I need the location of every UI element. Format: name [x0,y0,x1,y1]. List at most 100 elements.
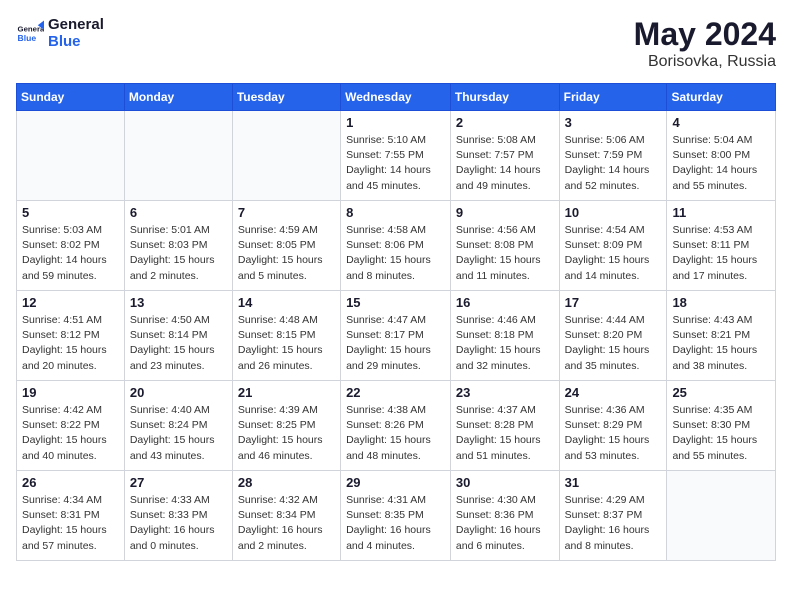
calendar-cell: 12Sunrise: 4:51 AMSunset: 8:12 PMDayligh… [17,291,125,381]
day-number: 17 [565,295,662,310]
day-info: Sunrise: 4:31 AMSunset: 8:35 PMDaylight:… [346,493,445,554]
calendar-cell: 7 Sunrise: 4:59 AMSunset: 8:05 PMDaylight… [232,201,340,291]
calendar-cell: 13 Sunrise: 4:50 AMSunset: 8:14 PMDayligh… [124,291,232,381]
day-number: 31 [565,475,662,490]
day-number: 7 [238,205,335,220]
day-number: 26 [22,475,119,490]
day-number: 4 [672,115,770,130]
logo-icon: General Blue [16,19,44,47]
calendar-cell: 20 Sunrise: 4:40 AMSunset: 8:24 PMDayligh… [124,381,232,471]
calendar-week-4: 19Sunrise: 4:42 AMSunset: 8:22 PMDayligh… [17,381,776,471]
calendar-cell: 25Sunrise: 4:35 AMSunset: 8:30 PMDayligh… [667,381,776,471]
day-info: Sunrise: 4:35 AMSunset: 8:30 PMDaylight:… [672,403,770,464]
calendar-cell: 6 Sunrise: 5:01 AMSunset: 8:03 PMDaylight… [124,201,232,291]
day-info: Sunrise: 5:08 AMSunset: 7:57 PMDaylight:… [456,133,554,194]
day-number: 8 [346,205,445,220]
day-info: Sunrise: 4:53 AMSunset: 8:11 PMDaylight:… [672,223,770,284]
calendar-cell: 16Sunrise: 4:46 AMSunset: 8:18 PMDayligh… [450,291,559,381]
day-info: Sunrise: 4:30 AMSunset: 8:36 PMDaylight:… [456,493,554,554]
day-number: 15 [346,295,445,310]
day-info: Sunrise: 4:48 AMSunset: 8:15 PMDaylight:… [238,313,335,374]
weekday-header-sunday: Sunday [17,84,125,111]
calendar-cell: 5 Sunrise: 5:03 AMSunset: 8:02 PMDaylight… [17,201,125,291]
day-number: 5 [22,205,119,220]
weekday-header-monday: Monday [124,84,232,111]
day-info: Sunrise: 4:58 AMSunset: 8:06 PMDaylight:… [346,223,445,284]
day-info: Sunrise: 5:10 AMSunset: 7:55 PMDaylight:… [346,133,445,194]
calendar-cell [17,111,125,201]
calendar-cell: 22Sunrise: 4:38 AMSunset: 8:26 PMDayligh… [341,381,451,471]
calendar-cell: 26 Sunrise: 4:34 AMSunset: 8:31 PMDayligh… [17,471,125,561]
calendar-cell: 29 Sunrise: 4:31 AMSunset: 8:35 PMDayligh… [341,471,451,561]
day-number: 29 [346,475,445,490]
day-number: 12 [22,295,119,310]
day-number: 19 [22,385,119,400]
day-info: Sunrise: 4:44 AMSunset: 8:20 PMDaylight:… [565,313,662,374]
calendar-week-5: 26 Sunrise: 4:34 AMSunset: 8:31 PMDayligh… [17,471,776,561]
calendar-cell: 15Sunrise: 4:47 AMSunset: 8:17 PMDayligh… [341,291,451,381]
day-info: Sunrise: 5:06 AMSunset: 7:59 PMDaylight:… [565,133,662,194]
calendar-body: 1 Sunrise: 5:10 AMSunset: 7:55 PMDaylight… [17,111,776,561]
day-info: Sunrise: 5:01 AMSunset: 8:03 PMDaylight:… [130,223,227,284]
calendar-cell: 23 Sunrise: 4:37 AMSunset: 8:28 PMDayligh… [450,381,559,471]
day-number: 2 [456,115,554,130]
day-info: Sunrise: 4:40 AMSunset: 8:24 PMDaylight:… [130,403,227,464]
calendar-cell: 14Sunrise: 4:48 AMSunset: 8:15 PMDayligh… [232,291,340,381]
day-info: Sunrise: 4:32 AMSunset: 8:34 PMDaylight:… [238,493,335,554]
logo-blue: Blue [48,33,104,50]
logo-general: General [48,16,104,33]
calendar-cell: 27Sunrise: 4:33 AMSunset: 8:33 PMDayligh… [124,471,232,561]
day-number: 9 [456,205,554,220]
day-number: 11 [672,205,770,220]
calendar-cell: 4 Sunrise: 5:04 AMSunset: 8:00 PMDaylight… [667,111,776,201]
calendar-week-3: 12Sunrise: 4:51 AMSunset: 8:12 PMDayligh… [17,291,776,381]
calendar-table: SundayMondayTuesdayWednesdayThursdayFrid… [16,83,776,561]
calendar-cell: 31 Sunrise: 4:29 AMSunset: 8:37 PMDayligh… [559,471,667,561]
calendar-header: SundayMondayTuesdayWednesdayThursdayFrid… [17,84,776,111]
day-number: 24 [565,385,662,400]
day-info: Sunrise: 4:54 AMSunset: 8:09 PMDaylight:… [565,223,662,284]
day-number: 30 [456,475,554,490]
day-number: 21 [238,385,335,400]
calendar-cell: 1 Sunrise: 5:10 AMSunset: 7:55 PMDaylight… [341,111,451,201]
calendar-week-2: 5 Sunrise: 5:03 AMSunset: 8:02 PMDaylight… [17,201,776,291]
day-info: Sunrise: 4:33 AMSunset: 8:33 PMDaylight:… [130,493,227,554]
calendar-cell: 21 Sunrise: 4:39 AMSunset: 8:25 PMDayligh… [232,381,340,471]
title-block: May 2024 Borisovka, Russia [634,16,776,71]
svg-text:Blue: Blue [18,33,37,43]
day-info: Sunrise: 5:03 AMSunset: 8:02 PMDaylight:… [22,223,119,284]
day-number: 23 [456,385,554,400]
day-number: 3 [565,115,662,130]
weekday-header-saturday: Saturday [667,84,776,111]
day-number: 1 [346,115,445,130]
day-info: Sunrise: 4:50 AMSunset: 8:14 PMDaylight:… [130,313,227,374]
day-info: Sunrise: 4:37 AMSunset: 8:28 PMDaylight:… [456,403,554,464]
calendar-cell [667,471,776,561]
day-info: Sunrise: 5:04 AMSunset: 8:00 PMDaylight:… [672,133,770,194]
calendar-cell: 2 Sunrise: 5:08 AMSunset: 7:57 PMDaylight… [450,111,559,201]
weekday-header-wednesday: Wednesday [341,84,451,111]
day-number: 10 [565,205,662,220]
day-number: 13 [130,295,227,310]
day-number: 28 [238,475,335,490]
day-number: 6 [130,205,227,220]
day-info: Sunrise: 4:39 AMSunset: 8:25 PMDaylight:… [238,403,335,464]
page-header: General Blue General Blue May 2024 Boris… [16,16,776,71]
calendar-cell: 28 Sunrise: 4:32 AMSunset: 8:34 PMDayligh… [232,471,340,561]
day-number: 18 [672,295,770,310]
weekday-header-tuesday: Tuesday [232,84,340,111]
day-info: Sunrise: 4:29 AMSunset: 8:37 PMDaylight:… [565,493,662,554]
calendar-cell: 8 Sunrise: 4:58 AMSunset: 8:06 PMDaylight… [341,201,451,291]
logo: General Blue General Blue [16,16,104,51]
day-info: Sunrise: 4:56 AMSunset: 8:08 PMDaylight:… [456,223,554,284]
calendar-cell: 19Sunrise: 4:42 AMSunset: 8:22 PMDayligh… [17,381,125,471]
location-title: Borisovka, Russia [634,53,776,71]
day-info: Sunrise: 4:38 AMSunset: 8:26 PMDaylight:… [346,403,445,464]
calendar-week-1: 1 Sunrise: 5:10 AMSunset: 7:55 PMDaylight… [17,111,776,201]
calendar-cell: 3 Sunrise: 5:06 AMSunset: 7:59 PMDaylight… [559,111,667,201]
day-info: Sunrise: 4:59 AMSunset: 8:05 PMDaylight:… [238,223,335,284]
day-info: Sunrise: 4:34 AMSunset: 8:31 PMDaylight:… [22,493,119,554]
weekday-header-friday: Friday [559,84,667,111]
day-number: 20 [130,385,227,400]
calendar-cell [232,111,340,201]
